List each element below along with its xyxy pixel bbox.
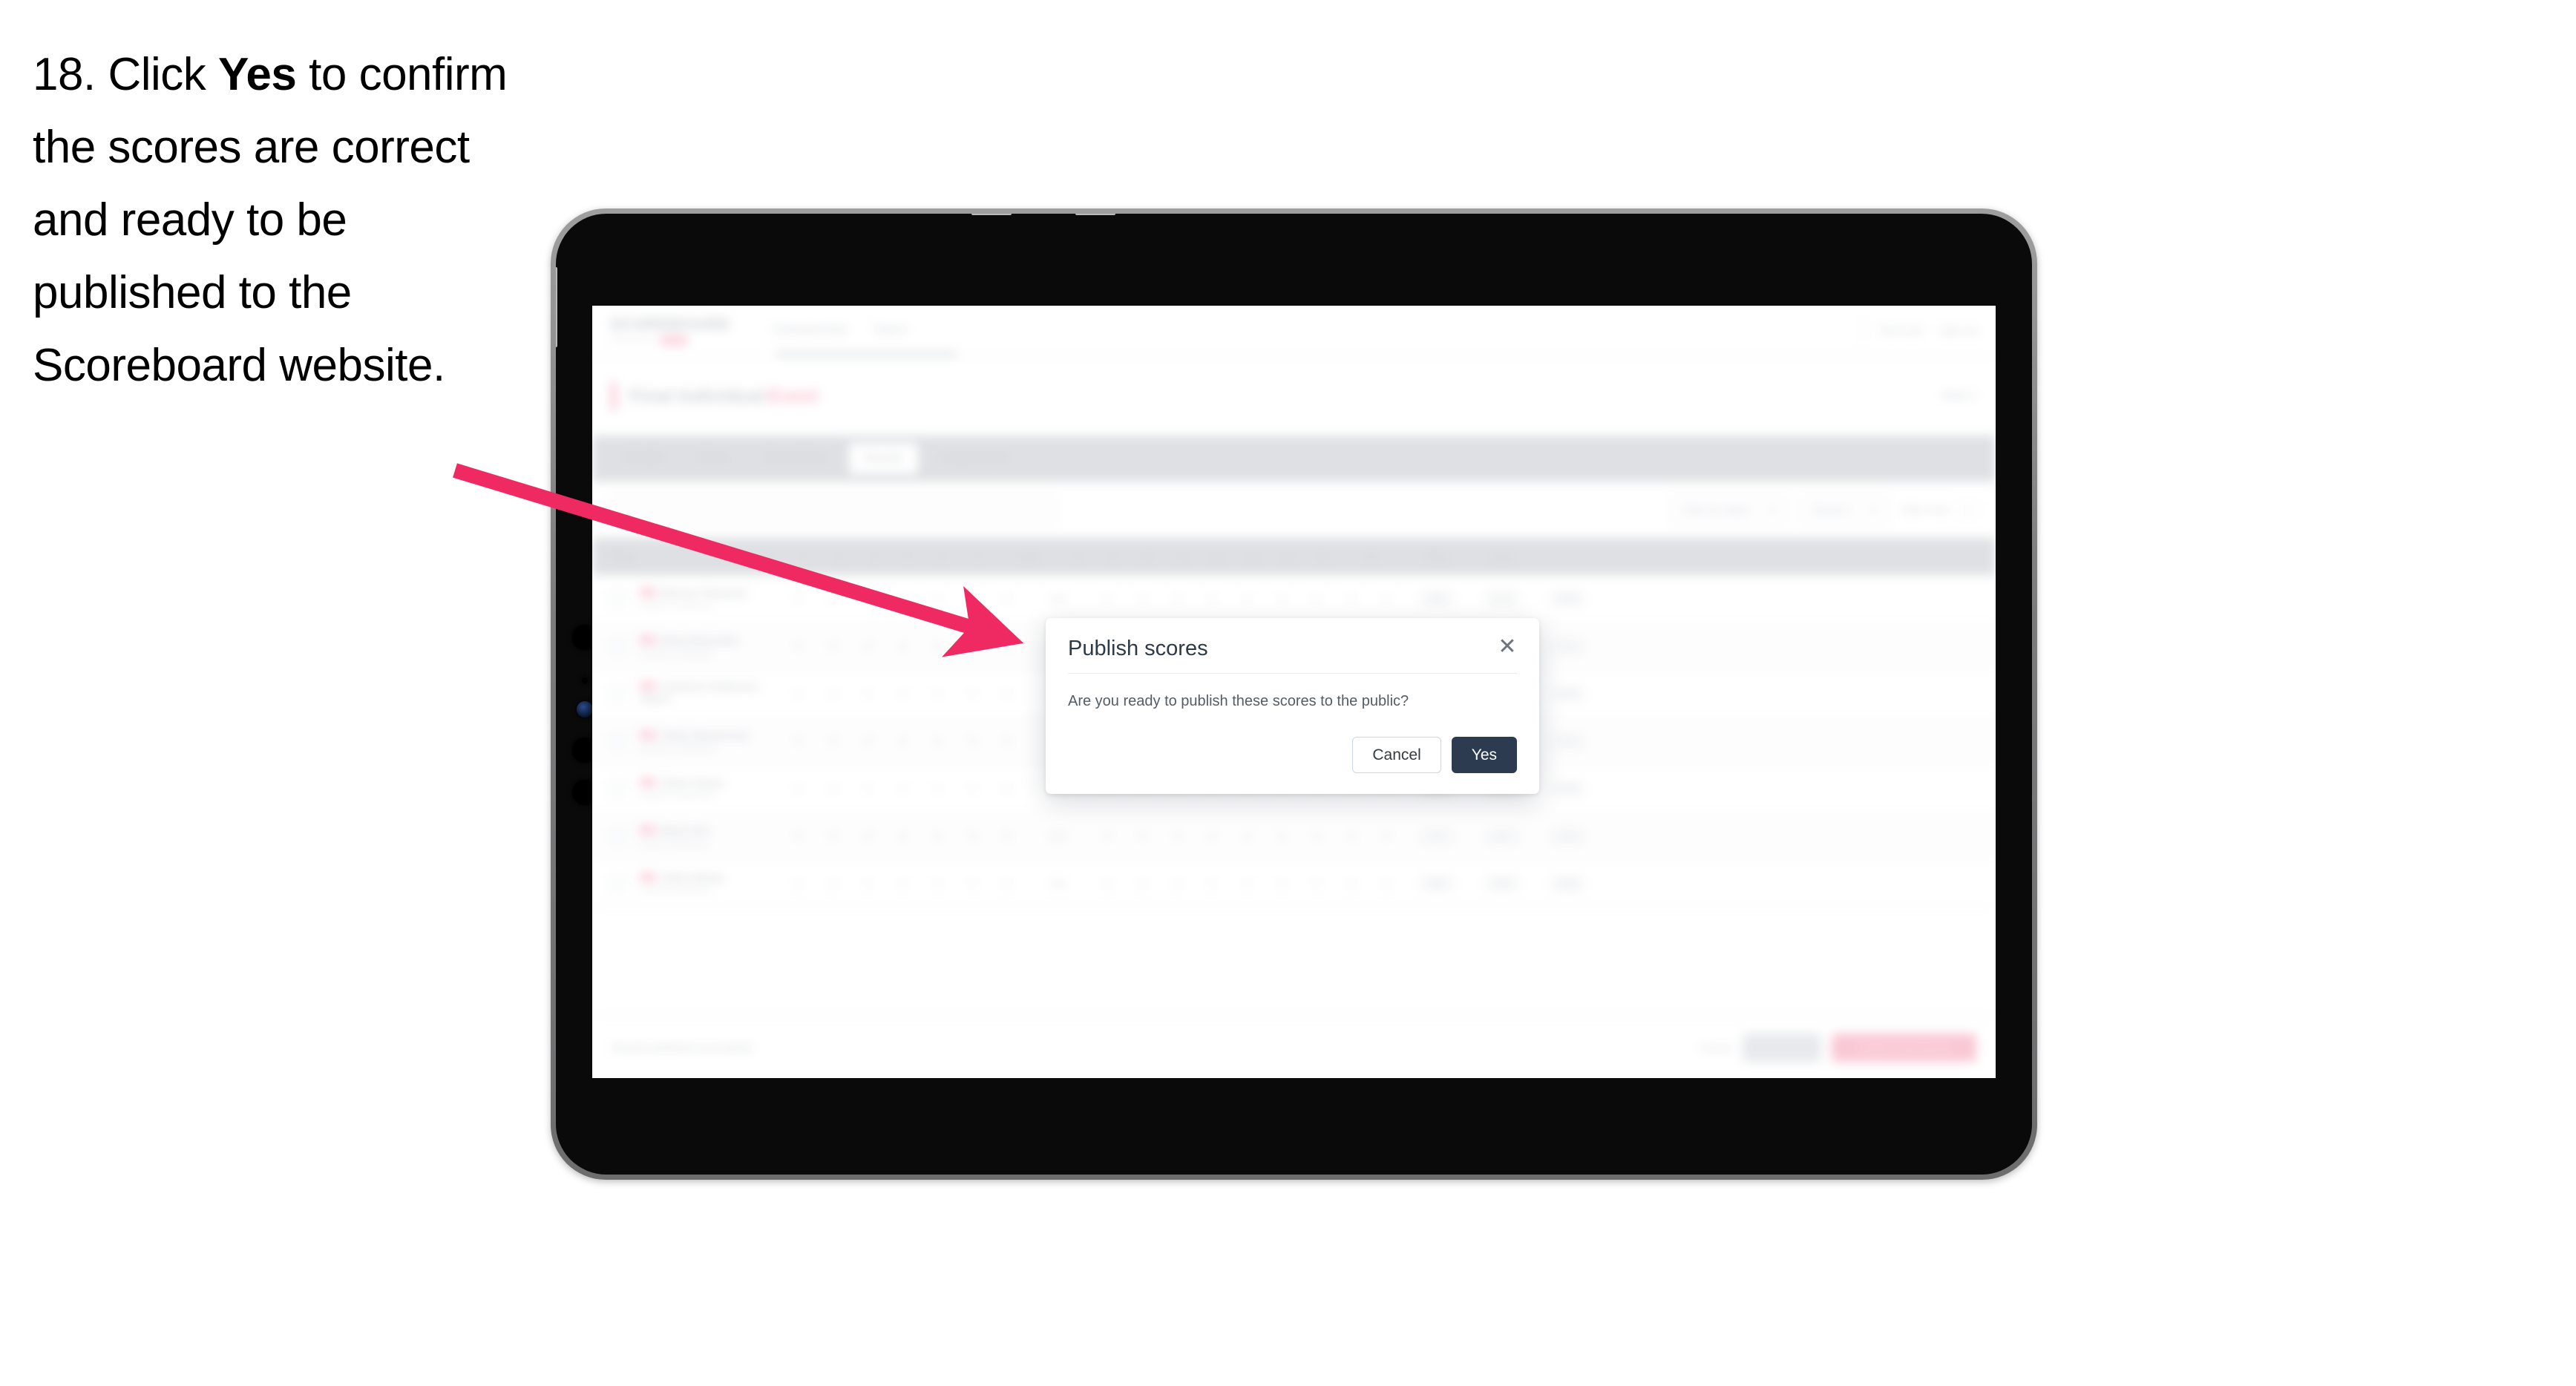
volume-down-button[interactable] bbox=[1075, 214, 1115, 215]
cancel-button[interactable]: Cancel bbox=[1352, 736, 1441, 774]
dialog-header: Publish scores ✕ bbox=[1068, 634, 1520, 673]
tablet-device: SCOREBOARD POWERED BY LIVE Championship … bbox=[551, 208, 2037, 1180]
instruction-pre: Click bbox=[108, 49, 218, 100]
instruction-emphasis: Yes bbox=[218, 49, 297, 100]
dialog-title: Publish scores bbox=[1068, 637, 1208, 660]
yes-button[interactable]: Yes bbox=[1451, 736, 1517, 774]
tablet-screen: SCOREBOARD POWERED BY LIVE Championship … bbox=[592, 306, 1996, 1078]
publish-scores-dialog: Publish scores ✕ Are you ready to publis… bbox=[1046, 618, 1539, 795]
dialog-message: Are you ready to publish these scores to… bbox=[1068, 692, 1409, 709]
instruction-post: to confirm the scores are correct and re… bbox=[33, 49, 508, 391]
page-root: 18. Click Yes to confirm the scores are … bbox=[0, 0, 2576, 1386]
instruction-text: 18. Click Yes to confirm the scores are … bbox=[33, 39, 552, 402]
microphone-icon bbox=[582, 677, 588, 683]
instruction-number: 18. bbox=[33, 49, 96, 100]
volume-up-button[interactable] bbox=[971, 214, 1012, 215]
tablet-bezel: SCOREBOARD POWERED BY LIVE Championship … bbox=[556, 214, 2032, 1175]
close-icon[interactable]: ✕ bbox=[1495, 634, 1520, 660]
power-button[interactable] bbox=[556, 267, 557, 347]
dialog-actions: Cancel Yes bbox=[1068, 710, 1517, 774]
sensor-icon bbox=[577, 701, 593, 717]
